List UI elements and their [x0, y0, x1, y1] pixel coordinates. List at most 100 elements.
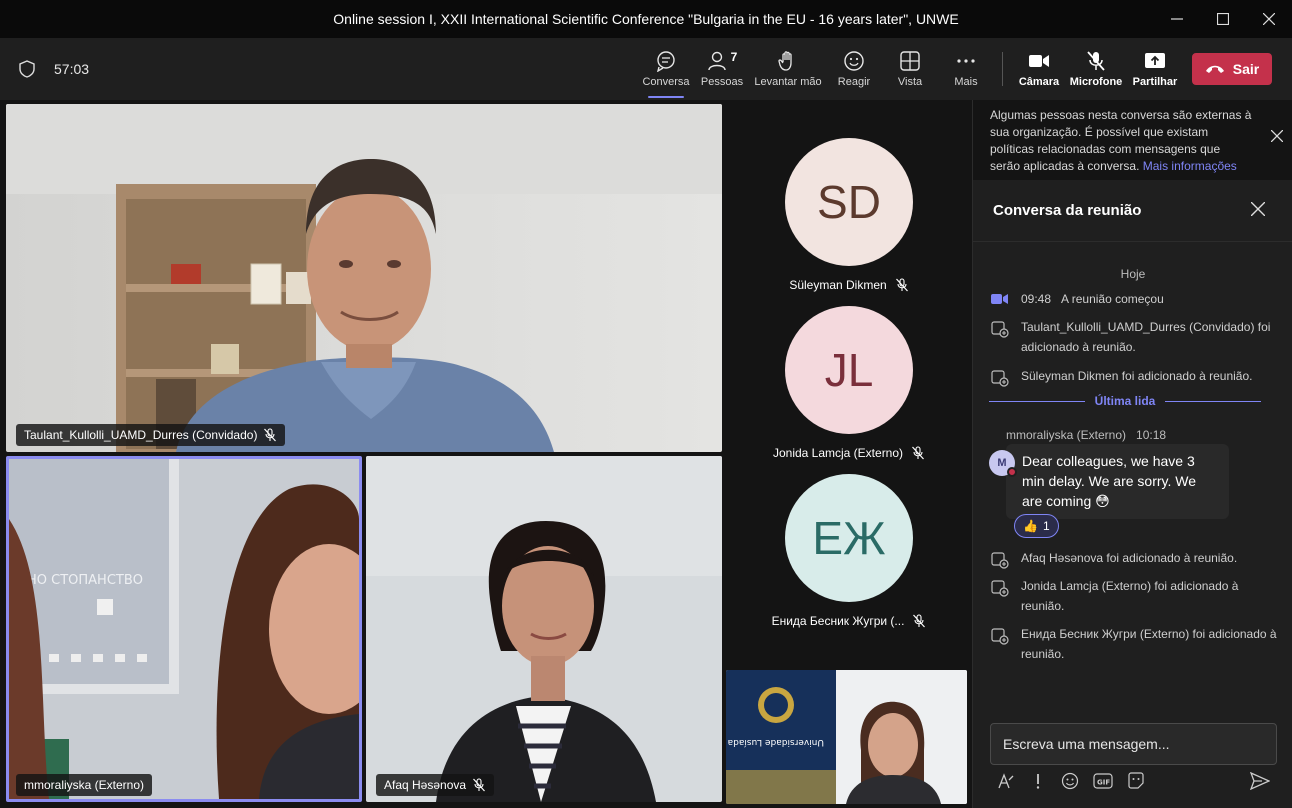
thumbs-up-reaction[interactable]: 👍 1 [1014, 514, 1059, 538]
person-added-icon [991, 580, 1009, 597]
compose-placeholder: Escreva uma mensagem... [1003, 736, 1170, 752]
video-tile-taulant[interactable]: Taulant_Kullolli_UAMD_Durres (Convidado) [6, 104, 722, 452]
message-meta: mmoraliyska (Externo) 10:18 [1006, 428, 1166, 442]
message-author: mmoraliyska (Externo) [1006, 428, 1127, 442]
video-tile-mmoraliyska[interactable]: НО СТОПАНСТВО mmoraliyska (Externo) [6, 456, 362, 802]
last-read-divider: Última lida [989, 394, 1261, 408]
date-divider: Hoje [1120, 267, 1146, 281]
message-author-avatar[interactable]: M [989, 450, 1017, 477]
react-button[interactable]: Reagir [832, 38, 876, 100]
people-button-label: Pessoas [700, 76, 744, 88]
avatar-tile-enida[interactable]: ЕЖ Енида Бесник Жугри (... [730, 470, 968, 635]
person-added-icon [991, 628, 1009, 645]
participant-name: Taulant_Kullolli_UAMD_Durres (Convidado) [24, 428, 258, 442]
reaction-count: 1 [1042, 519, 1050, 533]
shield-icon[interactable] [18, 60, 36, 78]
avatar-tile-jonida[interactable]: JL Jonida Lamcja (Externo) [730, 302, 968, 467]
video-stage: Taulant_Kullolli_UAMD_Durres (Convidado)… [0, 100, 972, 808]
meeting-started-event: 09:48 A reunião começou [991, 289, 1281, 309]
send-button[interactable] [1250, 772, 1270, 790]
mic-muted-icon [913, 614, 926, 628]
more-info-link[interactable]: Mais informações [1143, 159, 1237, 173]
mic-muted-icon [264, 428, 277, 442]
people-button[interactable]: 7 Pessoas [700, 38, 744, 100]
leave-button[interactable]: Sair [1192, 53, 1272, 85]
avatar-name-row: Jonida Lamcja (Externo) [773, 446, 925, 460]
window-controls [1154, 0, 1292, 38]
raise-hand-button[interactable]: Levantar mão [752, 38, 824, 100]
self-view-video[interactable]: Universidade Lusíada [726, 670, 967, 804]
chat-message-list[interactable]: Hoje 09:48 A reunião começou Taulant_Kul… [973, 242, 1292, 720]
share-button[interactable]: Partilhar [1130, 38, 1180, 100]
mic-muted-icon [895, 278, 908, 292]
svg-text:GIF: GIF [1097, 779, 1110, 787]
meeting-timer: 57:03 [54, 61, 90, 77]
leave-button-label: Sair [1232, 61, 1260, 77]
event-text: Afaq Həsənova foi adicionado à reunião. [1021, 551, 1238, 565]
event-text: Taulant_Kullolli_UAMD_Durres (Convidado)… [1021, 320, 1271, 354]
people-icon [707, 51, 726, 71]
camera-button[interactable]: Câmara [1016, 38, 1062, 100]
share-icon [1145, 53, 1165, 68]
mic-muted-icon [473, 778, 486, 792]
chat-header: Conversa da reunião [973, 180, 1292, 242]
minimize-button[interactable] [1154, 0, 1200, 38]
avatar-initial: M [997, 457, 1007, 469]
minimize-icon [1171, 18, 1183, 20]
people-count-badge: 7 [730, 50, 738, 64]
self-video-feed: Universidade Lusíada [726, 670, 967, 804]
avatar: ЕЖ [785, 474, 913, 602]
participant-added-event: Afaq Həsənova foi adicionado à reunião. [991, 548, 1281, 569]
microphone-button[interactable]: Microfone [1068, 38, 1124, 100]
close-icon [1271, 130, 1283, 142]
mic-off-icon [1087, 51, 1105, 71]
avatar-initials: JL [824, 344, 874, 396]
avatar-name-row: Süleyman Dikmen [789, 278, 908, 292]
gif-icon[interactable]: GIF [1093, 772, 1113, 790]
close-icon [1251, 202, 1265, 216]
participant-name-tag: mmoraliyska (Externo) [16, 774, 153, 796]
video-tile-afaq[interactable]: Afaq Həsənova [366, 456, 722, 802]
meeting-toolbar: 57:03 Conversa 7 Pessoas Levantar mão Re… [0, 38, 1292, 100]
last-read-label: Última lida [1094, 394, 1156, 408]
maximize-button[interactable] [1200, 0, 1246, 38]
chat-message-bubble[interactable]: Dear colleagues, we have 3 min delay. We… [1006, 444, 1229, 519]
dismiss-banner-button[interactable] [1271, 130, 1283, 142]
chat-button-label: Conversa [642, 76, 690, 88]
react-button-label: Reagir [837, 76, 871, 88]
camera-icon [1029, 55, 1049, 67]
camera-button-label: Câmara [1018, 76, 1060, 88]
avatar-name-row: Енида Бесник Жугри (... [772, 614, 927, 628]
important-icon[interactable] [1029, 772, 1047, 790]
view-button[interactable]: Vista [888, 38, 932, 100]
emoji-icon[interactable] [1061, 772, 1079, 790]
participant-name: Енида Бесник Жугри (... [771, 614, 905, 628]
chat-button[interactable]: Conversa [642, 38, 690, 100]
participant-video-feed [366, 456, 722, 802]
format-icon[interactable] [997, 772, 1015, 790]
video-camera-icon [991, 294, 1008, 304]
person-added-icon [991, 552, 1009, 569]
meeting-chat-panel: Algumas pessoas nesta conversa são exter… [972, 100, 1292, 808]
sticker-icon[interactable] [1127, 772, 1145, 790]
message-compose-box[interactable]: Escreva uma mensagem... [990, 723, 1277, 765]
svg-text:НО СТОПАНСТВО: НО СТОПАНСТВО [27, 573, 143, 588]
more-button[interactable]: Mais [944, 38, 988, 100]
mic-muted-icon [912, 446, 924, 460]
participant-video-feed: НО СТОПАНСТВО [9, 459, 359, 799]
title-bar: Online session I, XXII International Sci… [0, 0, 1292, 38]
close-window-button[interactable] [1246, 0, 1292, 38]
external-people-banner: Algumas pessoas nesta conversa são exter… [973, 100, 1292, 180]
view-button-label: Vista [897, 76, 923, 88]
event-text: A reunião começou [1061, 292, 1164, 306]
avatar-tile-suleyman[interactable]: SD Süleyman Dikmen [730, 134, 968, 299]
window-title: Online session I, XXII International Sci… [333, 11, 959, 27]
participant-added-event: Süleyman Dikmen foi adicionado à reunião… [991, 366, 1281, 387]
chat-title: Conversa da reunião [993, 202, 1142, 219]
avatar: JL [785, 306, 913, 434]
person-added-icon [991, 370, 1009, 387]
react-icon [844, 51, 864, 71]
close-chat-button[interactable] [1251, 202, 1265, 216]
participant-name: Süleyman Dikmen [789, 278, 887, 292]
participant-added-event: Енида Бесник Жугри (Externo) foi adicion… [991, 624, 1281, 664]
